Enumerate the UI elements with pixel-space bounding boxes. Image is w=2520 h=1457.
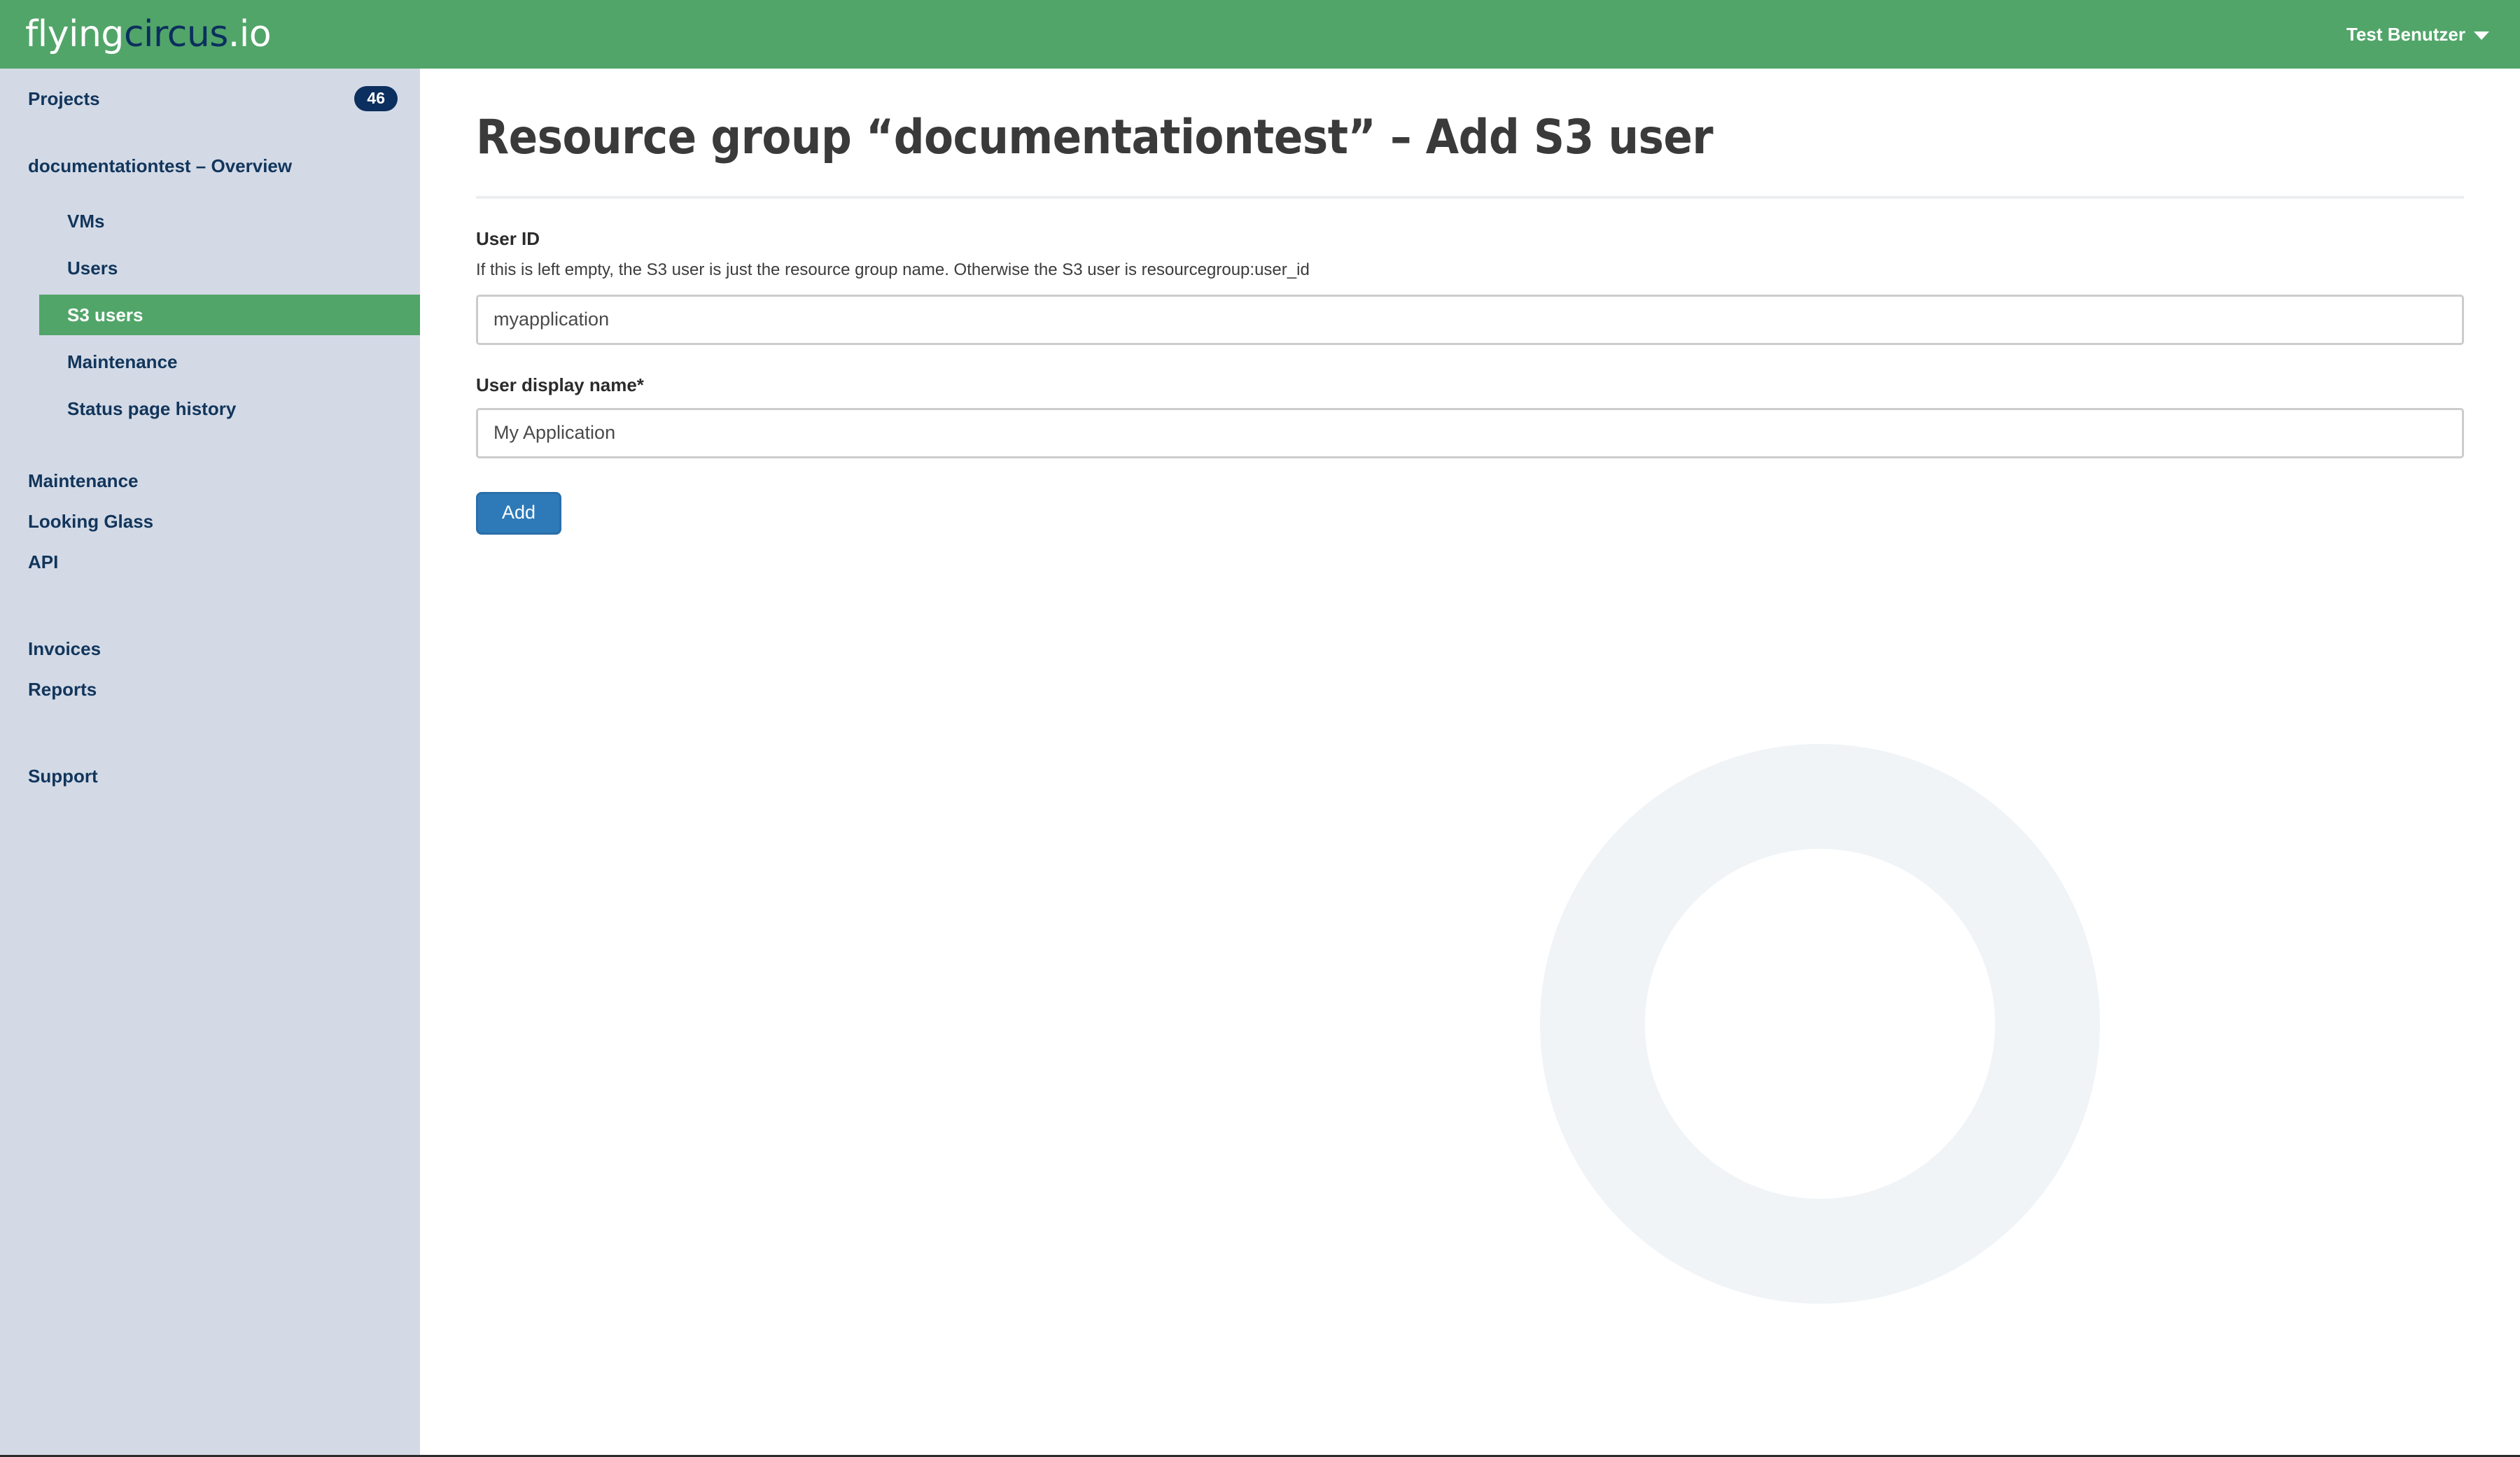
sidebar-item-status-page-history-label: Status page history (67, 398, 237, 419)
logo-text-flying: flying (25, 13, 124, 55)
sidebar-item-looking-glass-label: Looking Glass (28, 511, 154, 532)
sidebar-item-reports-label: Reports (28, 679, 97, 700)
logo-text-io: .io (227, 13, 272, 55)
sidebar-item-s3-users[interactable]: S3 users (39, 295, 420, 335)
field-user-id: User ID If this is left empty, the S3 us… (476, 230, 2464, 345)
main-content-area: Resource group “documentationtest” – Add… (420, 69, 2520, 1455)
user-menu-label: Test Benutzer (2346, 23, 2465, 45)
sidebar-item-projects-label: Projects (28, 88, 100, 109)
user-menu-button[interactable]: Test Benutzer (2346, 24, 2496, 45)
sidebar-item-support-label: Support (28, 766, 98, 787)
sidebar-item-vms-label: VMs (67, 211, 105, 232)
app-logo[interactable]: flyingcircus.io (25, 13, 272, 55)
sidebar-item-maintenance[interactable]: Maintenance (0, 460, 420, 501)
sidebar-item-maintenance-project[interactable]: Maintenance (0, 342, 420, 382)
decorative-ring-graphic (1540, 744, 2100, 1304)
display-name-input[interactable] (476, 407, 2464, 458)
add-button[interactable]: Add (476, 491, 562, 535)
sidebar-item-maintenance-label: Maintenance (28, 470, 139, 491)
logo-text-circus: circus (123, 13, 228, 55)
sidebar-item-vms[interactable]: VMs (0, 201, 420, 241)
projects-count-badge: 46 (354, 86, 398, 111)
sidebar-item-status-page-history[interactable]: Status page history (0, 388, 420, 429)
sidebar-item-project-overview-label: documentationtest – Overview (28, 155, 293, 176)
sidebar-item-api-label: API (28, 551, 59, 572)
page-title: Resource group “documentationtest” – Add… (476, 110, 1714, 165)
sidebar-item-support[interactable]: Support (0, 756, 420, 796)
sidebar-item-invoices-label: Invoices (28, 638, 102, 659)
sidebar-item-reports[interactable]: Reports (0, 669, 420, 710)
sidebar-item-projects[interactable]: Projects 46 (0, 78, 420, 119)
sidebar: Projects 46 documentationtest – Overview… (0, 69, 420, 1455)
sidebar-item-looking-glass[interactable]: Looking Glass (0, 501, 420, 542)
display-name-label: User display name* (476, 374, 644, 395)
user-id-label: User ID (476, 228, 540, 250)
sidebar-item-maintenance-project-label: Maintenance (67, 351, 178, 372)
sidebar-item-users[interactable]: Users (0, 248, 420, 288)
field-display-name: User display name* (476, 376, 2464, 458)
sidebar-item-project-overview[interactable]: documentationtest – Overview (0, 146, 420, 186)
sidebar-item-users-label: Users (67, 258, 118, 279)
top-navigation-bar: flyingcircus.io Test Benutzer (0, 0, 2520, 69)
sidebar-item-api[interactable]: API (0, 542, 420, 582)
sidebar-item-s3-users-label: S3 users (67, 304, 144, 325)
chevron-down-icon (2474, 31, 2489, 40)
form-container: Resource group “documentationtest” – Add… (420, 69, 2520, 535)
title-divider (476, 196, 2464, 199)
user-id-help-text: If this is left empty, the S3 user is ju… (476, 260, 1310, 280)
sidebar-item-invoices[interactable]: Invoices (0, 628, 420, 669)
user-id-input[interactable] (476, 294, 2464, 345)
